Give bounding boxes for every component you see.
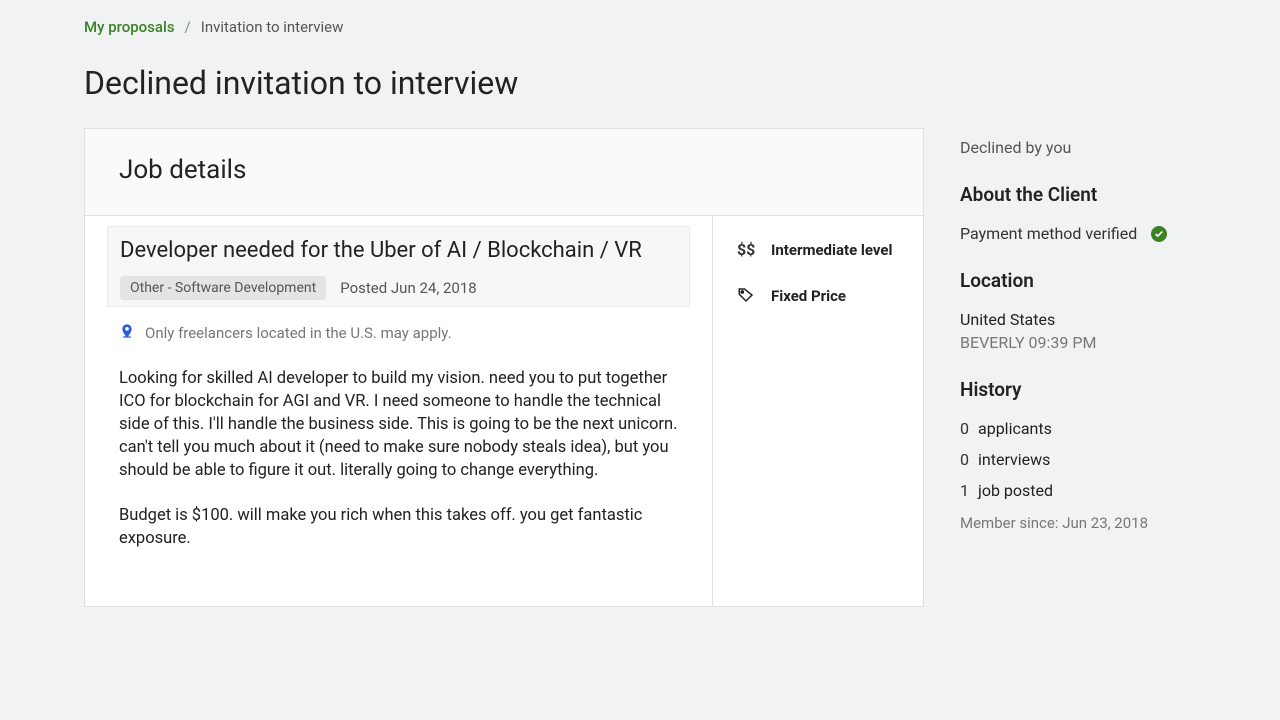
about-client-heading: About the Client [960,183,1196,206]
history-jobs: 1 job posted [960,481,1196,500]
location-restriction-text: Only freelancers located in the U.S. may… [145,324,452,342]
job-details-heading: Job details [119,155,889,185]
client-sidebar: Declined by you About the Client Payment… [960,128,1196,532]
breadcrumb-separator: / [185,18,191,36]
history-interviews-count: 0 [960,450,970,469]
page-title: Declined invitation to interview [84,64,1196,102]
posted-date: Posted Jun 24, 2018 [340,279,477,297]
client-country: United States [960,310,1196,329]
price-tag-icon [737,286,757,308]
category-tag[interactable]: Other - Software Development [120,276,326,300]
history-heading: History [960,378,1196,401]
breadcrumb-current: Invitation to interview [201,18,344,36]
history-applicants-count: 0 [960,419,970,438]
history-applicants-label: applicants [978,419,1052,438]
member-since: Member since: Jun 23, 2018 [960,514,1196,532]
history-jobs-count: 1 [960,481,970,500]
job-description-p1: Looking for skilled AI developer to buil… [119,367,678,482]
declined-status: Declined by you [960,138,1196,157]
history-interviews: 0 interviews [960,450,1196,469]
experience-level-icon: $$ [737,240,757,259]
verified-check-icon [1151,226,1167,242]
job-title: Developer needed for the Uber of AI / Bl… [120,237,677,266]
location-pin-icon [119,323,135,343]
price-type-label: Fixed Price [771,286,846,306]
history-interviews-label: interviews [978,450,1050,469]
client-city-time: BEVERLY 09:39 PM [960,333,1196,352]
history-jobs-label: job posted [978,481,1053,500]
breadcrumb-root-link[interactable]: My proposals [84,18,175,36]
job-description-p2: Budget is $100. will make you rich when … [119,504,678,550]
location-heading: Location [960,269,1196,292]
history-applicants: 0 applicants [960,419,1196,438]
payment-verified-label: Payment method verified [960,224,1137,243]
job-details-card: Job details Developer needed for the Ube… [84,128,924,607]
breadcrumb: My proposals / Invitation to interview [84,18,1196,36]
experience-level-label: Intermediate level [771,240,892,260]
